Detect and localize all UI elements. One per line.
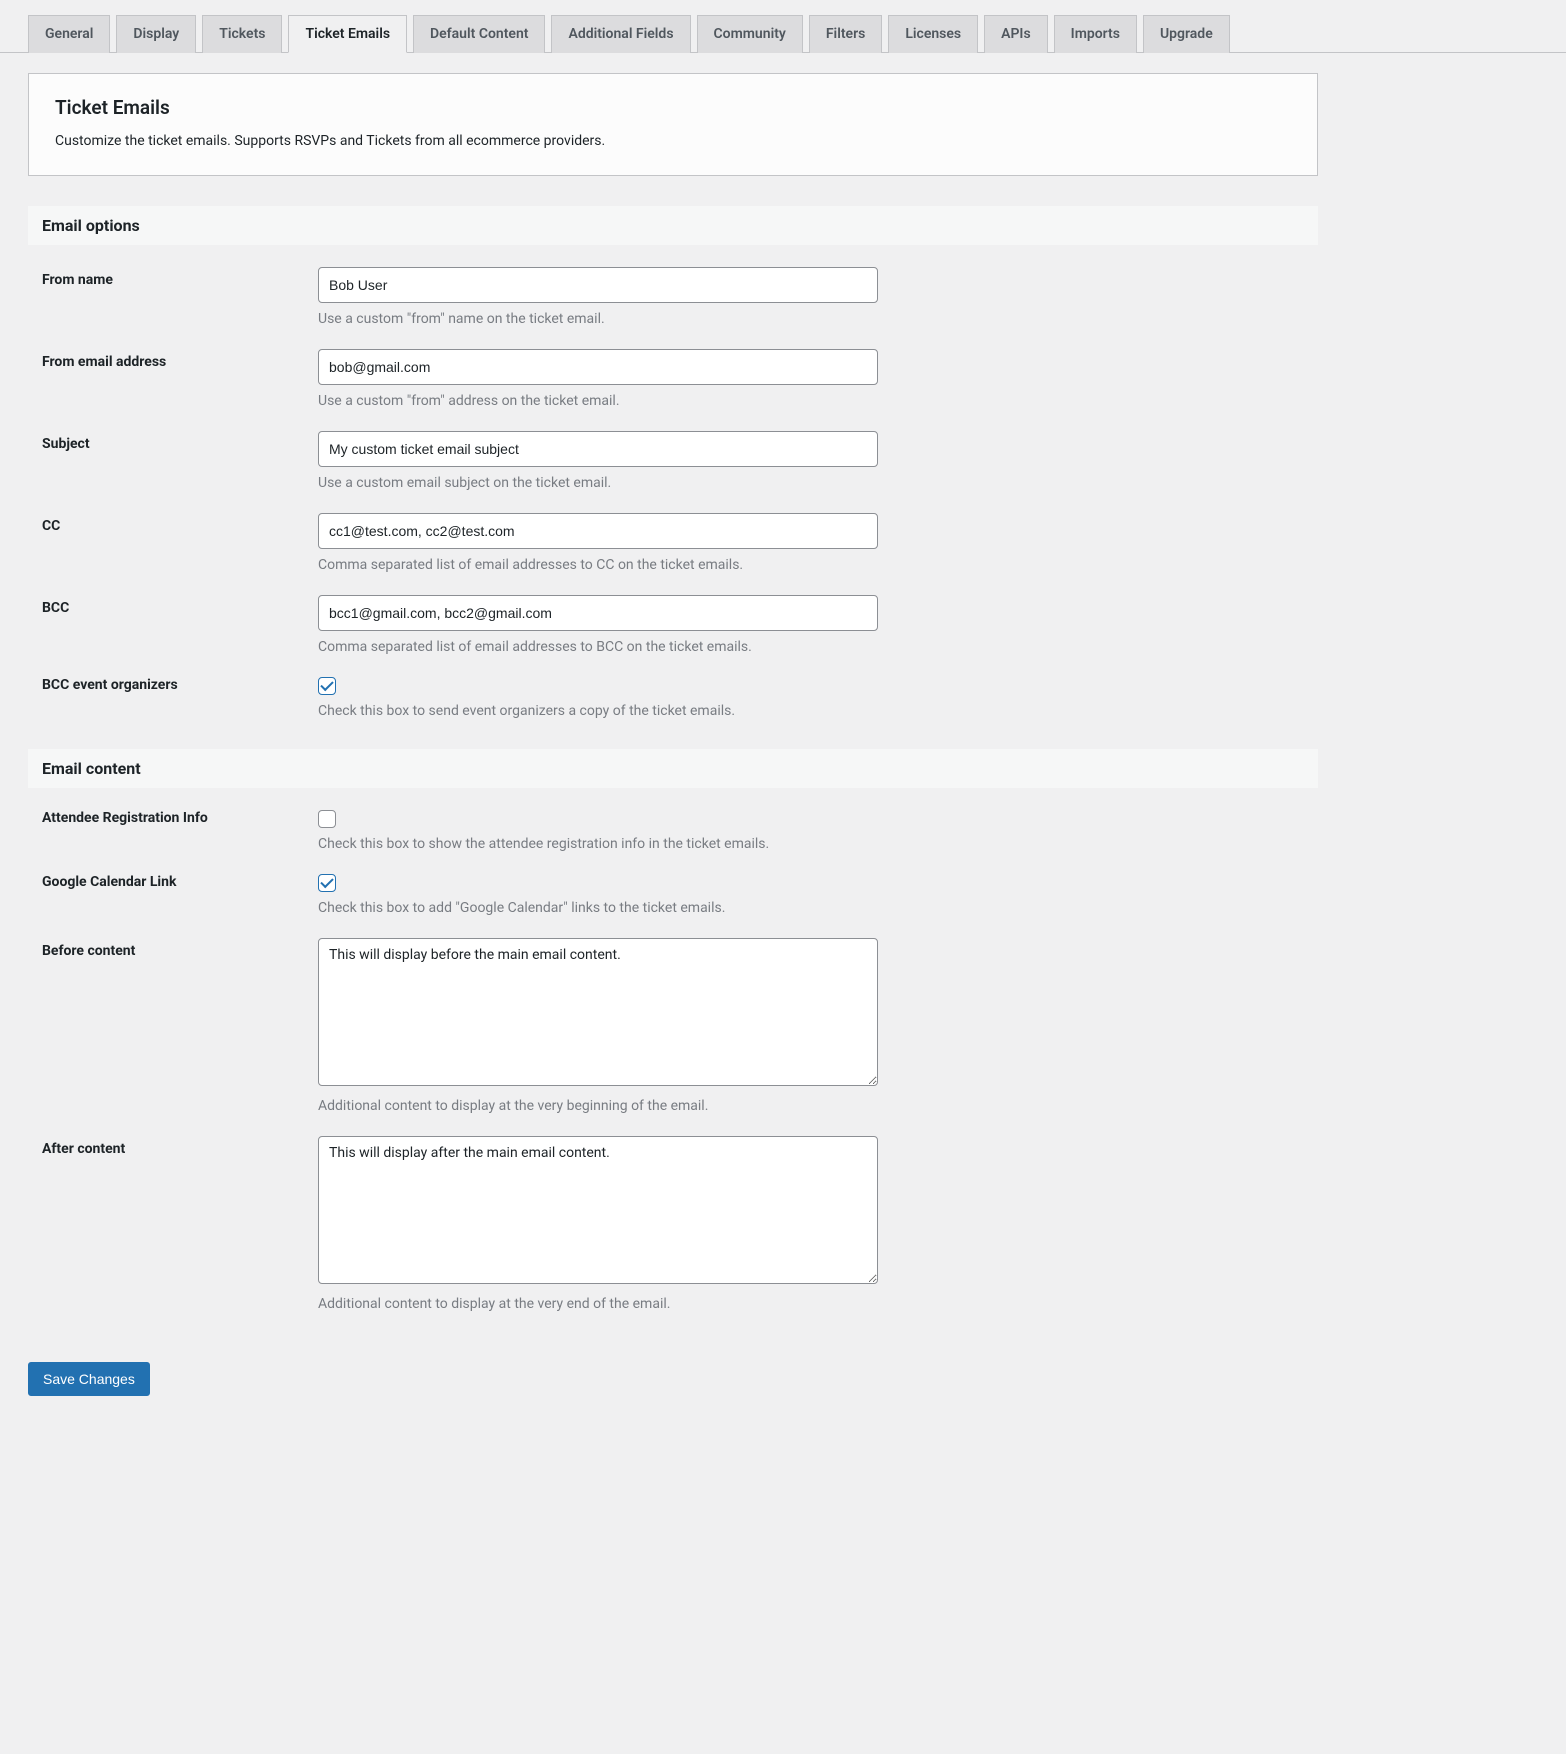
email-options-table: From name Use a custom "from" name on th… bbox=[28, 245, 1318, 719]
email-content-table: Attendee Registration Info Check this bo… bbox=[28, 788, 1318, 1312]
tab-upgrade[interactable]: Upgrade bbox=[1143, 15, 1230, 53]
tab-apis[interactable]: APIs bbox=[984, 15, 1048, 53]
tab-general[interactable]: General bbox=[28, 15, 110, 53]
section-heading: Email options bbox=[42, 216, 1304, 235]
bcc-organizers-desc: Check this box to send event organizers … bbox=[318, 703, 1318, 719]
cc-label: CC bbox=[28, 513, 318, 534]
tab-ticket-emails[interactable]: Ticket Emails bbox=[288, 15, 407, 53]
tab-additional-fields[interactable]: Additional Fields bbox=[551, 15, 690, 53]
tab-community[interactable]: Community bbox=[697, 15, 803, 53]
cc-desc: Comma separated list of email addresses … bbox=[318, 557, 1318, 573]
bcc-organizers-label: BCC event organizers bbox=[28, 677, 318, 693]
intro-panel: Ticket Emails Customize the ticket email… bbox=[28, 73, 1318, 176]
panel-title: Ticket Emails bbox=[55, 96, 1291, 119]
attendee-info-desc: Check this box to show the attendee regi… bbox=[318, 836, 1318, 852]
from-name-desc: Use a custom "from" name on the ticket e… bbox=[318, 311, 1318, 327]
section-email-options: Email options bbox=[28, 206, 1318, 245]
tab-default-content[interactable]: Default Content bbox=[413, 15, 545, 53]
bcc-desc: Comma separated list of email addresses … bbox=[318, 639, 1318, 655]
from-name-label: From name bbox=[28, 267, 318, 288]
from-name-input[interactable] bbox=[318, 267, 878, 303]
from-email-label: From email address bbox=[28, 349, 318, 370]
save-changes-button[interactable]: Save Changes bbox=[28, 1362, 150, 1396]
section-heading: Email content bbox=[42, 759, 1304, 778]
tab-tickets[interactable]: Tickets bbox=[202, 15, 282, 53]
attendee-info-label: Attendee Registration Info bbox=[28, 810, 318, 826]
before-content-label: Before content bbox=[28, 938, 318, 959]
attendee-info-checkbox[interactable] bbox=[318, 810, 336, 828]
after-content-label: After content bbox=[28, 1136, 318, 1157]
after-content-textarea[interactable] bbox=[318, 1136, 878, 1284]
subject-desc: Use a custom email subject on the ticket… bbox=[318, 475, 1318, 491]
subject-input[interactable] bbox=[318, 431, 878, 467]
before-content-textarea[interactable] bbox=[318, 938, 878, 1086]
before-content-desc: Additional content to display at the ver… bbox=[318, 1098, 1318, 1114]
from-email-input[interactable] bbox=[318, 349, 878, 385]
gcal-link-label: Google Calendar Link bbox=[28, 874, 318, 890]
after-content-desc: Additional content to display at the ver… bbox=[318, 1296, 1318, 1312]
subject-label: Subject bbox=[28, 431, 318, 452]
tab-imports[interactable]: Imports bbox=[1054, 15, 1137, 53]
panel-description: Customize the ticket emails. Supports RS… bbox=[55, 133, 1291, 149]
from-email-desc: Use a custom "from" address on the ticke… bbox=[318, 393, 1318, 409]
tab-filters[interactable]: Filters bbox=[809, 15, 882, 53]
bcc-label: BCC bbox=[28, 595, 318, 616]
bcc-input[interactable] bbox=[318, 595, 878, 631]
settings-tabs: General Display Tickets Ticket Emails De… bbox=[0, 0, 1566, 53]
section-email-content: Email content bbox=[28, 749, 1318, 788]
tab-licenses[interactable]: Licenses bbox=[888, 15, 978, 53]
cc-input[interactable] bbox=[318, 513, 878, 549]
bcc-organizers-checkbox[interactable] bbox=[318, 677, 336, 695]
tab-display[interactable]: Display bbox=[116, 15, 196, 53]
gcal-link-desc: Check this box to add "Google Calendar" … bbox=[318, 900, 1318, 916]
gcal-link-checkbox[interactable] bbox=[318, 874, 336, 892]
